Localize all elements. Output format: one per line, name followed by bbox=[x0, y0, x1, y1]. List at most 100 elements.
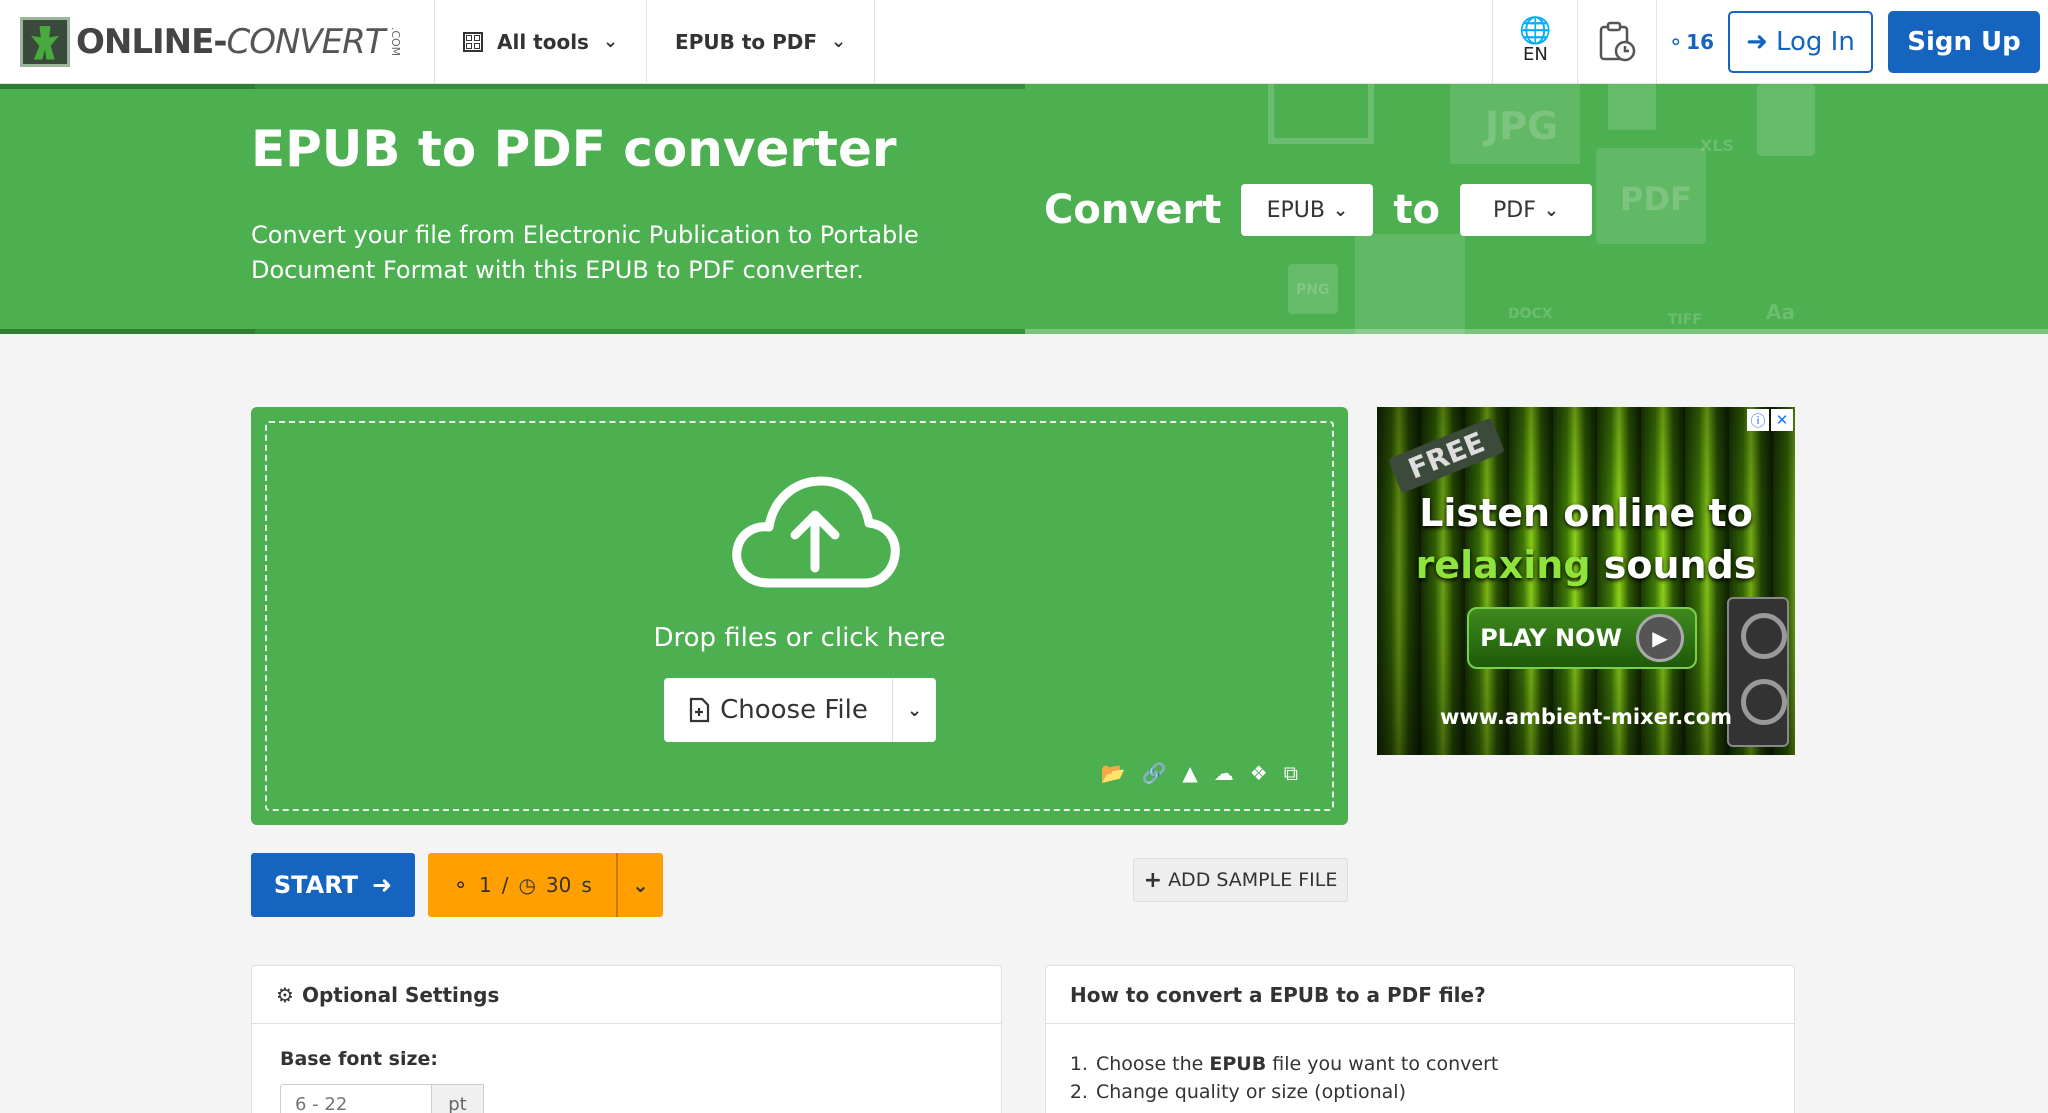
logo-icon bbox=[20, 16, 70, 67]
drop-instructions: Drop files or click here bbox=[653, 623, 946, 653]
choose-file-dropdown[interactable]: ⌄ bbox=[893, 678, 936, 742]
drop-zone-border: Drop files or click here Choose File ⌄ 📂… bbox=[265, 421, 1334, 811]
login-button[interactable]: ➜ Log In bbox=[1728, 11, 1873, 73]
hero-accent-line bbox=[1025, 329, 2048, 334]
cloud-upload-icon bbox=[732, 476, 900, 588]
how-to-title: How to convert a EPUB to a PDF file? bbox=[1070, 982, 1486, 1007]
ad-info-icon[interactable]: ⓘ bbox=[1747, 409, 1769, 431]
folder-icon[interactable]: 📂 bbox=[1101, 761, 1126, 785]
conversion-cost-dropdown[interactable]: ⌄ bbox=[618, 853, 663, 917]
site-logo[interactable]: ONLINE-CONVERT .COM bbox=[0, 0, 435, 83]
step-format: EPUB bbox=[1209, 1053, 1267, 1075]
globe-icon: 🌐 bbox=[1519, 16, 1552, 46]
cost-credits: 1 bbox=[478, 873, 492, 897]
image-icon bbox=[1608, 84, 1656, 130]
ad-free-badge: FREE bbox=[1388, 417, 1505, 494]
all-tools-label: All tools bbox=[497, 29, 589, 54]
logo-word-convert: CONVERT bbox=[226, 21, 385, 62]
advertisement-banner[interactable]: ⓘ ✕ FREE Listen online to relaxing sound… bbox=[1377, 407, 1795, 755]
chevron-down-icon: ⌄ bbox=[1543, 199, 1559, 221]
onedrive-icon[interactable]: ☁ bbox=[1214, 761, 1234, 785]
chevron-down-icon: ⌄ bbox=[602, 31, 619, 52]
credits-counter[interactable]: ⚬ 16 bbox=[1657, 0, 1728, 83]
convert-label: Convert bbox=[1044, 187, 1222, 233]
file-drop-zone[interactable]: Drop files or click here Choose File ⌄ 📂… bbox=[251, 407, 1348, 825]
base-font-size-unit: pt bbox=[432, 1084, 484, 1113]
optional-settings-title: Optional Settings bbox=[301, 982, 500, 1007]
file-icon bbox=[1355, 234, 1465, 334]
logo-tld: .COM bbox=[388, 26, 402, 57]
hero-accent-line bbox=[255, 84, 1025, 89]
credits-value: 16 bbox=[1686, 29, 1714, 54]
current-tool-label: EPUB to PDF bbox=[675, 29, 817, 54]
file-font-label: Aa bbox=[1766, 300, 1795, 324]
google-drive-icon[interactable]: ▲ bbox=[1182, 761, 1197, 785]
envelope-icon bbox=[1268, 84, 1374, 144]
link-icon[interactable]: 🔗 bbox=[1141, 761, 1166, 785]
ad-headline-line1: Listen online to bbox=[1419, 491, 1753, 535]
start-label: START bbox=[273, 871, 359, 899]
conversion-cost-info[interactable]: ⚬ 1 / ◷ 30 s bbox=[428, 853, 618, 917]
clipboard-icon[interactable]: ⧉ bbox=[1284, 761, 1298, 785]
optional-settings-panel: ⚙ Optional Settings Base font size: pt bbox=[251, 965, 1002, 1113]
add-file-icon bbox=[690, 697, 710, 723]
cost-time-unit: s bbox=[581, 873, 592, 897]
step-text: Change quality or size (optional) bbox=[1096, 1081, 1407, 1103]
clock-icon: ◷ bbox=[518, 873, 536, 897]
add-sample-file-button[interactable]: + ADD SAMPLE FILE bbox=[1133, 858, 1348, 902]
ad-headline-highlight: relaxing bbox=[1415, 543, 1591, 587]
how-to-steps: Choose the EPUB file you want to convert… bbox=[1094, 1050, 1498, 1106]
all-tools-menu[interactable]: All tools ⌄ bbox=[435, 0, 648, 83]
hero-accent-line bbox=[255, 329, 1025, 334]
cost-time: 30 bbox=[545, 873, 572, 897]
cost-separator: / bbox=[501, 873, 509, 897]
play-icon: ▶ bbox=[1635, 614, 1684, 662]
upload-source-icons: 📂 🔗 ▲ ☁ ❖ ⧉ bbox=[1101, 761, 1298, 785]
choose-file-label: Choose File bbox=[720, 695, 868, 725]
ad-url: www.ambient-mixer.com bbox=[1439, 705, 1733, 729]
login-arrow-icon: ➜ bbox=[1746, 27, 1768, 57]
base-font-size-input[interactable] bbox=[280, 1084, 432, 1113]
choose-file-control: Choose File ⌄ bbox=[664, 678, 936, 742]
chevron-down-icon: ⌄ bbox=[632, 873, 649, 897]
plus-icon: + bbox=[1143, 867, 1163, 893]
arrow-right-icon: ➜ bbox=[372, 871, 393, 899]
file-docx-label: DOCX bbox=[1508, 306, 1553, 322]
chevron-down-icon: ⌄ bbox=[831, 31, 847, 52]
current-tool-menu[interactable]: EPUB to PDF ⌄ bbox=[647, 0, 876, 83]
optional-settings-header[interactable]: ⚙ Optional Settings bbox=[252, 966, 1001, 1024]
file-pdf-label: PDF bbox=[1620, 180, 1692, 218]
ad-headline-line2: relaxing sounds bbox=[1377, 539, 1795, 591]
choose-file-button[interactable]: Choose File bbox=[664, 678, 893, 742]
source-format-select[interactable]: EPUB ⌄ bbox=[1241, 184, 1374, 236]
file-png-label: PNG bbox=[1296, 282, 1330, 298]
language-selector[interactable]: 🌐 EN bbox=[1492, 0, 1577, 83]
chart-icon bbox=[1757, 84, 1815, 156]
to-label: to bbox=[1393, 187, 1440, 233]
add-sample-label: ADD SAMPLE FILE bbox=[1168, 869, 1338, 891]
chevron-down-icon: ⌄ bbox=[906, 699, 923, 721]
target-format-select[interactable]: PDF ⌄ bbox=[1459, 184, 1592, 236]
grid-icon bbox=[463, 31, 483, 52]
ad-headline-rest: sounds bbox=[1590, 543, 1757, 587]
start-button[interactable]: START ➜ bbox=[251, 853, 415, 917]
logo-dash: - bbox=[213, 21, 227, 62]
conversion-history-button[interactable] bbox=[1577, 0, 1658, 83]
ad-controls: ⓘ ✕ bbox=[1747, 409, 1793, 431]
hero-banner: JPG XLS PDF PNG DOCX TIFF Aa EPUB to PDF… bbox=[0, 84, 2048, 334]
target-format-value: PDF bbox=[1493, 197, 1536, 223]
ad-close-icon[interactable]: ✕ bbox=[1771, 409, 1793, 431]
signup-button[interactable]: Sign Up bbox=[1888, 11, 2040, 73]
how-to-step: Choose the EPUB file you want to convert bbox=[1094, 1050, 1498, 1078]
dropbox-icon[interactable]: ❖ bbox=[1250, 761, 1268, 785]
coin-icon: ⚬ bbox=[1667, 29, 1685, 54]
file-jpg-label: JPG bbox=[1485, 104, 1559, 148]
format-converter: Convert EPUB ⌄ to PDF ⌄ bbox=[1044, 184, 1592, 236]
language-label: EN bbox=[1522, 44, 1548, 65]
signup-label: Sign Up bbox=[1907, 27, 2021, 57]
how-to-header: How to convert a EPUB to a PDF file? bbox=[1046, 966, 1794, 1024]
clipboard-clock-icon bbox=[1600, 21, 1636, 61]
ad-play-button[interactable]: PLAY NOW ▶ bbox=[1467, 607, 1697, 669]
logo-wordmark: ONLINE-CONVERT bbox=[76, 21, 386, 62]
